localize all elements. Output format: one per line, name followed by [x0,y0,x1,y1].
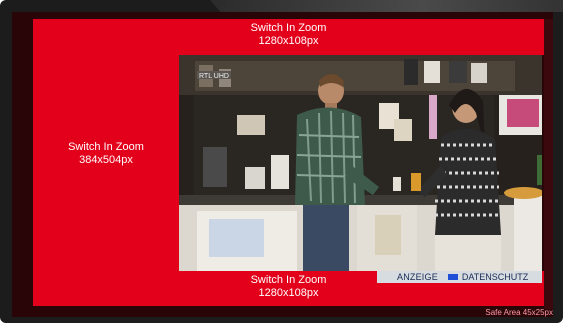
left-zone-label: Switch In Zoom 384x504px [33,141,179,167]
ad-label-button[interactable]: ANZEIGE [377,272,448,282]
channel-logo: RTL UHD [199,73,229,80]
safe-area-edge [544,19,553,309]
privacy-label: DATENSCHUTZ [461,272,529,282]
tv-mockup: Switch In Zoom 1280x108px Switch In Zoom… [0,0,563,323]
top-zoom-zone: Switch In Zoom 1280x108px [33,19,544,55]
tv-top-edge [210,0,563,12]
top-zone-size: 1280x108px [258,35,319,47]
blue-square-icon [447,274,458,280]
top-zone-label: Switch In Zoom 1280x108px [33,22,544,48]
top-zone-title: Switch In Zoom [250,22,327,34]
tv-screen: Switch In Zoom 1280x108px Switch In Zoom… [12,12,553,317]
bottom-zone-size: 1280x108px [258,287,319,299]
left-zone-size: 384x504px [79,154,133,166]
privacy-button[interactable]: DATENSCHUTZ [447,272,529,282]
kitchen-scene-image: RTL UHD [179,55,542,271]
ad-bar: ANZEIGE DATENSCHUTZ [377,271,542,283]
left-zoom-zone: Switch In Zoom 384x504px [33,55,179,271]
safe-area-label: Safe Area 45x25px [485,308,553,317]
video-frame: RTL UHD [179,55,542,271]
left-zone-title: Switch In Zoom [68,141,144,153]
